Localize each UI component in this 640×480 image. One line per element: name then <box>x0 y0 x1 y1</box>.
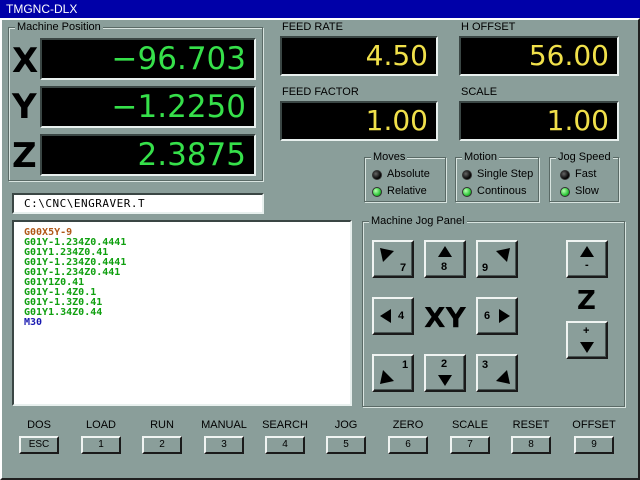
axis-letter-y: Y <box>12 87 37 127</box>
jog-panel-title: Machine Jog Panel <box>369 215 467 228</box>
fkey-label-search: SEARCH <box>262 419 308 431</box>
radio-led-icon <box>372 186 382 197</box>
x-position-display: −96.703 <box>40 38 256 80</box>
moves-relative-label: Relative <box>387 185 427 197</box>
jog-button-4[interactable]: 4 <box>372 297 414 335</box>
jog-button-label: 6 <box>484 310 491 322</box>
y-position-display: −1.2250 <box>40 86 256 128</box>
fkey-label-reset: RESET <box>512 419 550 431</box>
h-offset-label: H OFFSET <box>461 21 516 33</box>
jog-button-label: 4 <box>398 310 405 322</box>
jog-speed-slow-radio[interactable]: Slow <box>560 185 599 198</box>
fkey-label-jog: JOG <box>334 419 358 431</box>
fkey-label-zero: ZERO <box>392 419 424 431</box>
fkey-button-1[interactable]: 1 <box>81 436 121 454</box>
jog-z-plus-label: + <box>583 325 590 337</box>
moves-absolute-label: Absolute <box>387 168 430 180</box>
jog-button-label: 1 <box>402 359 409 371</box>
jog-button-label: 8 <box>441 261 448 273</box>
z-position-display: 2.3875 <box>40 134 256 176</box>
motion-title: Motion <box>462 151 500 164</box>
moves-relative-radio[interactable]: Relative <box>372 185 427 198</box>
fkey-button-7[interactable]: 7 <box>450 436 490 454</box>
fkey-button-3[interactable]: 3 <box>204 436 244 454</box>
z-label: Z <box>577 286 596 316</box>
radio-led-icon <box>462 186 472 197</box>
fkey-button-2[interactable]: 2 <box>142 436 182 454</box>
jog-speed-fast-label: Fast <box>575 168 597 180</box>
feed-factor-label: FEED FACTOR <box>282 86 359 98</box>
jog-button-label: 2 <box>441 358 448 370</box>
jog-button-6[interactable]: 6 <box>476 297 518 335</box>
jog-button-2[interactable]: 2 <box>424 354 466 392</box>
jog-button-label: 9 <box>482 262 489 274</box>
motion-continous-radio[interactable]: Continous <box>462 185 527 198</box>
moves-title: Moves <box>371 151 408 164</box>
h-offset-display: 56.00 <box>459 36 619 76</box>
radio-led-icon <box>560 186 570 197</box>
title-bar: TMGNC-DLX <box>0 0 640 18</box>
jog-button-label: 3 <box>482 359 489 371</box>
scale-label: SCALE <box>461 86 498 98</box>
fkey-button-6[interactable]: 6 <box>388 436 428 454</box>
program-line: G01Y1.34Z0.44 <box>24 307 103 318</box>
arrow-left-icon <box>380 309 391 323</box>
axis-letter-z: Z <box>12 136 37 176</box>
fkey-label-offset: OFFSET <box>572 419 616 431</box>
jog-button-8[interactable]: 8 <box>424 240 466 278</box>
feed-rate-display: 4.50 <box>280 36 438 76</box>
radio-led-icon <box>372 169 382 180</box>
machine-position-title: Machine Position <box>15 21 103 34</box>
jog-speed-title: Jog Speed <box>556 151 613 164</box>
moves-absolute-radio[interactable]: Absolute <box>372 168 430 181</box>
xy-label: XY <box>424 301 466 334</box>
jog-z-minus-button[interactable]: - <box>566 240 608 278</box>
jog-z-minus-label: - <box>585 259 589 271</box>
jog-button-7[interactable]: 7 <box>372 240 414 278</box>
jog-button-label: 7 <box>400 262 407 274</box>
fkey-label-load: LOAD <box>86 419 116 431</box>
fkey-button-8[interactable]: 8 <box>511 436 551 454</box>
radio-led-icon <box>462 169 472 180</box>
jog-button-1[interactable]: 1 <box>372 354 414 392</box>
jog-button-3[interactable]: 3 <box>476 354 518 392</box>
scale-display: 1.00 <box>459 101 619 141</box>
jog-speed-fast-radio[interactable]: Fast <box>560 168 596 181</box>
motion-single-step-label: Single Step <box>477 168 534 180</box>
fkey-button-4[interactable]: 4 <box>265 436 305 454</box>
fkey-label-scale: SCALE <box>451 419 489 431</box>
arrow-up-left-icon <box>380 248 394 262</box>
jog-button-9[interactable]: 9 <box>476 240 518 278</box>
fkey-button-esc[interactable]: ESC <box>19 436 59 454</box>
jog-speed-slow-label: Slow <box>575 185 599 197</box>
radio-led-icon <box>560 169 570 180</box>
window-title: TMGNC-DLX <box>6 2 78 16</box>
feed-rate-label: FEED RATE <box>282 21 343 33</box>
file-path-field[interactable]: C:\CNC\ENGRAVER.T <box>12 193 264 214</box>
fkey-label-dos: DOS <box>27 419 51 431</box>
motion-continous-label: Continous <box>477 185 527 197</box>
fkey-label-run: RUN <box>150 419 174 431</box>
feed-factor-display: 1.00 <box>280 101 438 141</box>
axis-letter-x: X <box>12 41 39 81</box>
program-line: M30 <box>24 317 43 328</box>
motion-single-step-radio[interactable]: Single Step <box>462 168 533 181</box>
jog-z-plus-button[interactable]: + <box>566 321 608 359</box>
program-listing[interactable]: G00X5Y-9 G01Y-1.234Z0.4441 G01Y1.234Z0.4… <box>12 220 352 406</box>
fkey-button-9[interactable]: 9 <box>574 436 614 454</box>
fkey-label-manual: MANUAL <box>201 419 247 431</box>
fkey-button-5[interactable]: 5 <box>326 436 366 454</box>
